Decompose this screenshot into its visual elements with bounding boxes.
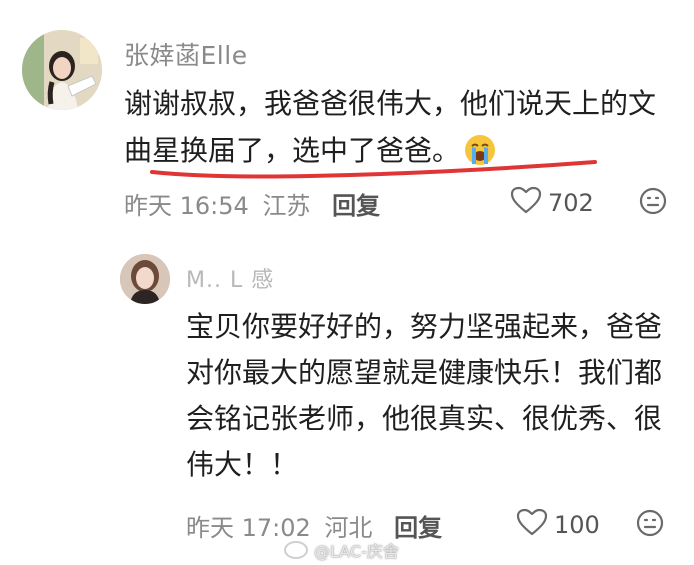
- weibo-logo-icon: [284, 541, 308, 559]
- avatar-girl-icon: [22, 30, 102, 110]
- avatar-woman-icon: [120, 254, 170, 304]
- username[interactable]: 张婞菡Elle: [124, 36, 248, 72]
- avatar[interactable]: [22, 30, 102, 110]
- comment-text-content: 谢谢叔叔，我爸爸很伟大，他们说天上的文曲星换届了，选中了爸爸。: [124, 87, 657, 167]
- comment-text: 宝贝你要好好的，努力坚强起来，爸爸对你最大的愿望就是健康快乐！我们都会铭记张老师…: [186, 310, 663, 481]
- heart-icon: [516, 508, 548, 542]
- heart-icon: [510, 186, 542, 220]
- watermark: @LAC-庆舍: [284, 538, 399, 562]
- username[interactable]: M.. L 感: [186, 262, 274, 294]
- timestamp: 昨天 16:54: [124, 192, 249, 220]
- watermark-text: @LAC-庆舍: [314, 542, 399, 561]
- red-underline: [150, 160, 597, 179]
- comment-meta: 昨天 16:54 江苏 回复 702: [124, 186, 669, 222]
- reply-button[interactable]: 回复: [332, 192, 380, 220]
- reply-button[interactable]: 回复: [394, 514, 442, 542]
- emoji-reaction-icon[interactable]: [639, 187, 667, 221]
- like-button[interactable]: 702: [510, 186, 594, 220]
- location: 江苏: [262, 192, 311, 220]
- like-count: 702: [548, 189, 594, 217]
- comment-meta-left: 昨天 16:54 江苏 回复: [124, 186, 380, 221]
- emoji-reaction-icon[interactable]: [636, 509, 664, 543]
- avatar[interactable]: [120, 254, 170, 304]
- comment-meta: 昨天 17:02 河北 回复 100: [186, 508, 666, 544]
- like-button[interactable]: 100: [516, 508, 600, 542]
- like-count: 100: [554, 511, 600, 539]
